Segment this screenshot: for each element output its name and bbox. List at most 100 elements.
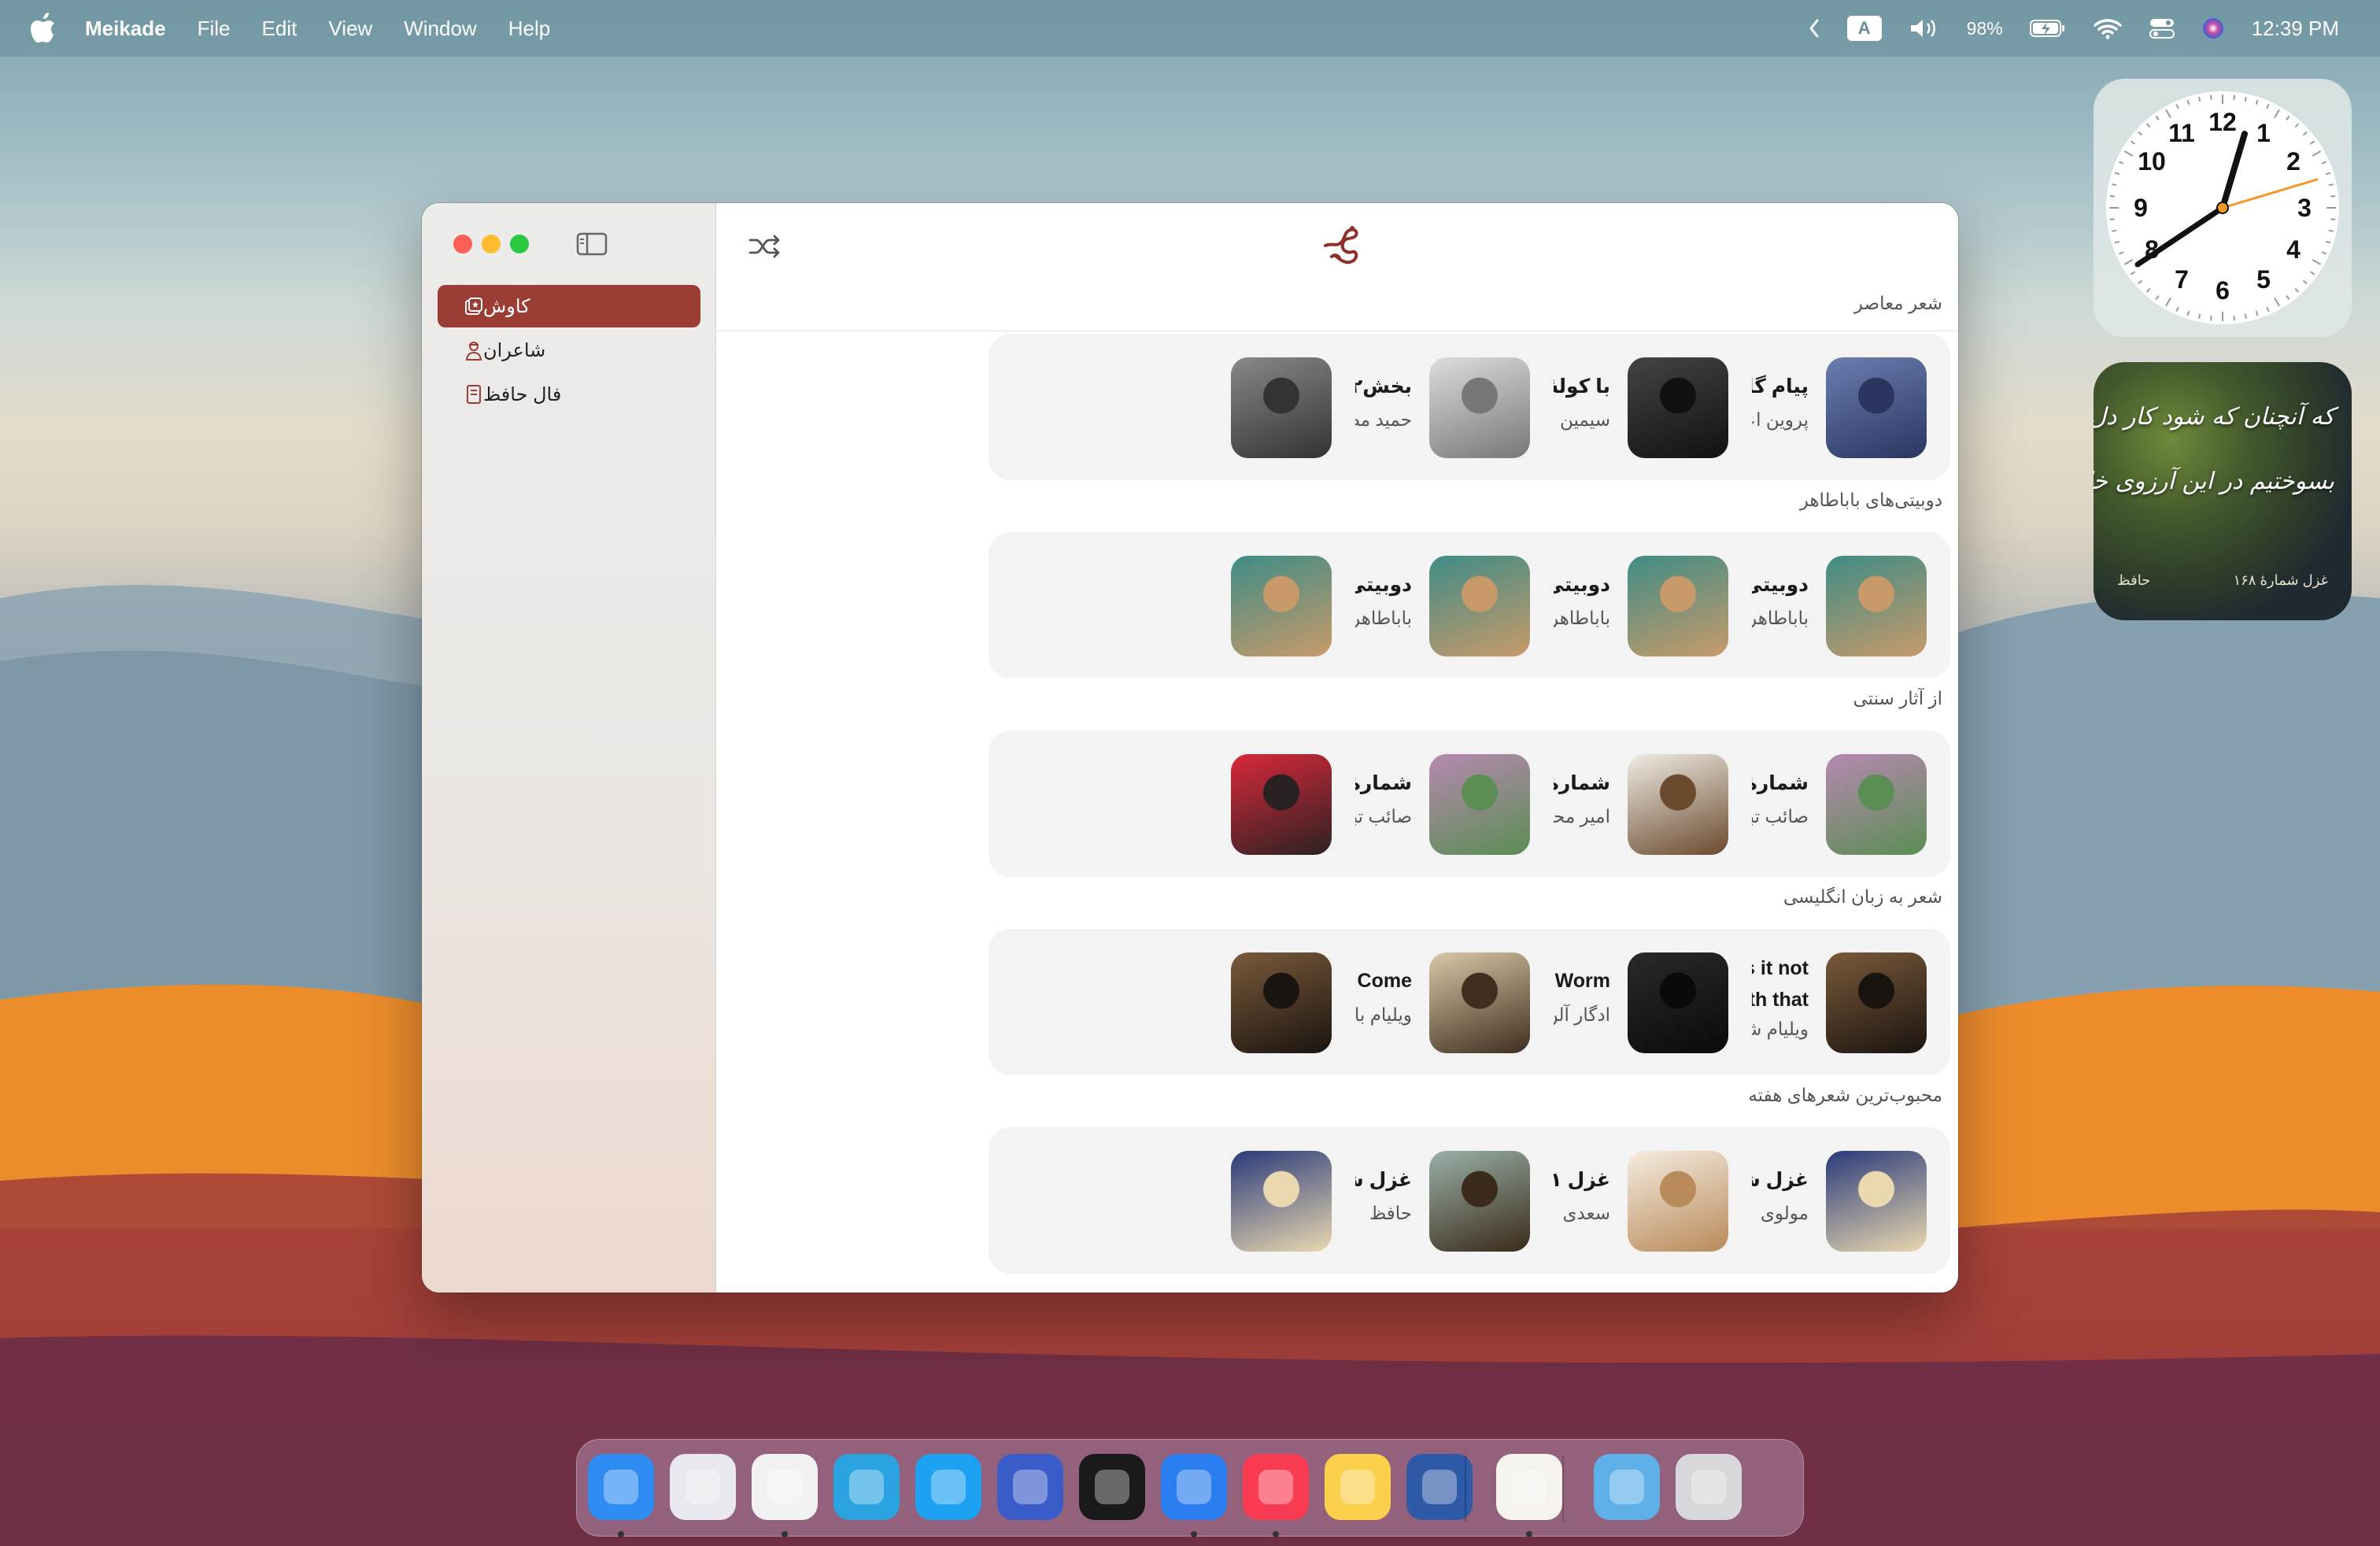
dock-app-twitter[interactable] xyxy=(915,1454,981,1520)
poem-widget-line-1: که آنچنان که شود کار دل تمام نشد xyxy=(2094,403,2334,431)
menu-help[interactable]: Help xyxy=(508,17,550,41)
clock-tick xyxy=(2165,297,2171,307)
poem-card[interactable] xyxy=(989,1127,1355,1274)
poet-name: حافظ xyxy=(1369,1203,1412,1223)
poet-portrait xyxy=(1628,357,1728,458)
dock-running-indicator xyxy=(1526,1531,1532,1537)
dock-app-downloads[interactable] xyxy=(1594,1454,1660,1520)
poet-portrait xyxy=(1429,1151,1530,1252)
clock-tick xyxy=(2198,313,2201,320)
siri-icon[interactable] xyxy=(2201,17,2225,40)
sidebar-item-poets[interactable]: شاعران xyxy=(438,329,700,372)
clock-tick xyxy=(2310,271,2315,276)
sidebar-item-hafez-fal[interactable]: فال حافظ xyxy=(438,373,700,416)
clock-tick xyxy=(2109,194,2115,198)
dock-app-archiver[interactable] xyxy=(1406,1454,1473,1520)
menu-edit[interactable]: Edit xyxy=(262,17,298,41)
discover-content[interactable]: شعر معاصرپیام گلپروین اعتصامیبا کولهٔ هف… xyxy=(716,203,1958,1293)
clock-tick xyxy=(2114,172,2120,176)
dock-app-finder[interactable] xyxy=(588,1454,654,1520)
zoom-window-button[interactable] xyxy=(510,235,529,253)
clock-dial: 12 1 2 3 4 5 6 7 8 9 10 11 xyxy=(2109,94,2336,321)
poem-card[interactable] xyxy=(989,929,1355,1075)
menu-view[interactable]: View xyxy=(328,17,372,41)
clock-tick xyxy=(2244,313,2247,320)
toolbar xyxy=(716,203,1958,290)
poet-name: باباطاهر xyxy=(1351,608,1412,628)
clock-tick xyxy=(2145,287,2151,293)
clock-tick xyxy=(2294,287,2300,293)
apple-icon[interactable] xyxy=(30,13,57,44)
section-title: دوبیتی‌های باباطاهر xyxy=(1799,490,1942,510)
clock-tick xyxy=(2274,297,2280,307)
clock-tick xyxy=(2138,131,2143,136)
control-center-icon[interactable] xyxy=(2149,17,2175,39)
poet-portrait xyxy=(1429,357,1530,458)
dock-running-indicator xyxy=(782,1531,788,1537)
chevron-left-icon[interactable] xyxy=(1808,18,1820,39)
clock-tick xyxy=(2130,140,2135,145)
clock-widget[interactable]: 12 1 2 3 4 5 6 7 8 9 10 11 xyxy=(2094,79,2352,337)
menu-file[interactable]: File xyxy=(198,17,231,41)
clock-tick xyxy=(2186,310,2190,316)
clock-tick xyxy=(2274,109,2280,119)
dock-app-sketch[interactable] xyxy=(1325,1454,1391,1520)
dock-app-glyph-icon xyxy=(1691,1470,1726,1504)
clock-tick xyxy=(2302,131,2308,136)
poet-icon xyxy=(464,340,483,361)
poem-widget-poet: حافظ xyxy=(2117,572,2151,588)
clock-num-10: 10 xyxy=(2138,147,2166,176)
poem-card[interactable] xyxy=(989,532,1355,679)
battery-charging-icon[interactable] xyxy=(2029,19,2066,38)
clock-time[interactable]: 12:39 PM xyxy=(2252,17,2339,41)
poem-card[interactable] xyxy=(989,730,1355,877)
clock-num-9: 9 xyxy=(2134,194,2148,222)
dock-separator xyxy=(1465,1455,1466,1522)
dock-app-maps-navigator[interactable] xyxy=(997,1454,1063,1520)
clock-num-12: 12 xyxy=(2208,108,2237,136)
dock-app-glyph-icon xyxy=(604,1470,638,1504)
clock-tick xyxy=(2111,183,2117,187)
dock-app-linear[interactable] xyxy=(1079,1454,1145,1520)
volume-icon[interactable] xyxy=(1909,17,1940,39)
dock-app-pixelmator[interactable] xyxy=(752,1454,818,1520)
dock-app-launchpad[interactable] xyxy=(670,1454,736,1520)
dock-app-glyph-icon xyxy=(849,1470,884,1504)
input-source-icon[interactable]: A xyxy=(1846,16,1882,41)
dock-app-telegram[interactable] xyxy=(833,1454,900,1520)
dock-app-xcode[interactable] xyxy=(1161,1454,1227,1520)
clock-tick xyxy=(2312,150,2322,157)
wifi-icon[interactable] xyxy=(2093,17,2123,39)
menu-bar: Meikade File Edit View Window Help A 98%… xyxy=(0,0,2380,57)
clock-face: 12 1 2 3 4 5 6 7 8 9 10 11 xyxy=(2106,91,2339,324)
dock-separator xyxy=(1562,1455,1564,1522)
clock-tick xyxy=(2119,251,2124,255)
poem-widget[interactable]: که آنچنان که شود کار دل تمام نشد بسوختیم… xyxy=(2094,362,2352,620)
clock-num-5: 5 xyxy=(2256,265,2271,294)
minimize-window-button[interactable] xyxy=(482,235,501,253)
close-window-button[interactable] xyxy=(453,235,472,253)
dock-app-glyph-icon xyxy=(931,1470,966,1504)
clock-num-4: 4 xyxy=(2286,235,2301,264)
dock-app-music[interactable] xyxy=(1243,1454,1309,1520)
poet-name: باباطاهر xyxy=(1550,608,1610,628)
clock-tick xyxy=(2325,240,2331,244)
app-menu[interactable]: Meikade xyxy=(85,17,166,41)
dock-app-meikade[interactable] xyxy=(1496,1454,1562,1520)
poet-portrait xyxy=(1826,357,1927,458)
clock-tick xyxy=(2119,161,2124,165)
clock-tick xyxy=(2165,109,2171,119)
sidebar-item-discover[interactable]: کاوش xyxy=(438,285,700,327)
sidebar-toggle-icon[interactable] xyxy=(576,231,608,257)
clock-tick xyxy=(2209,94,2212,100)
clock-tick xyxy=(2130,271,2135,276)
poem-card[interactable] xyxy=(989,334,1355,480)
section-title: از آثار سنتی xyxy=(1853,688,1942,708)
clock-tick xyxy=(2255,99,2259,105)
shuffle-icon[interactable] xyxy=(748,233,782,260)
sidebar: کاوش شاعران فال حافظ xyxy=(422,203,716,1293)
menu-window[interactable]: Window xyxy=(404,17,476,41)
clock-tick xyxy=(2255,310,2259,316)
clock-tick xyxy=(2294,123,2300,128)
dock-app-trash[interactable] xyxy=(1676,1454,1742,1520)
